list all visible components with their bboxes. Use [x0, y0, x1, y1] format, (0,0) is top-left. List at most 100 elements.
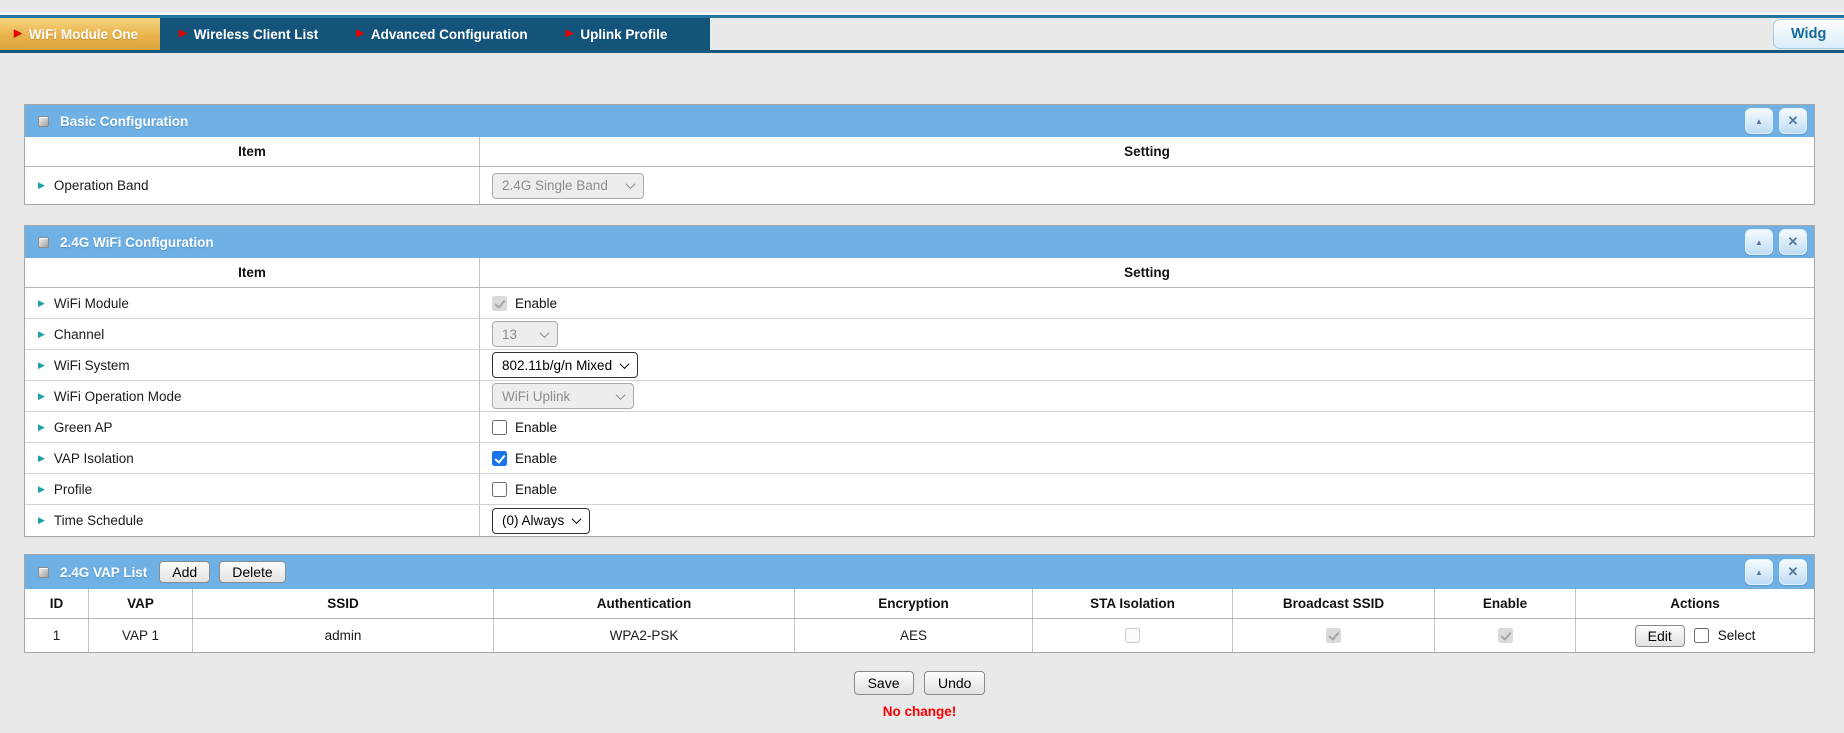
- wifi-module-row: ▶WiFi Module Enable: [25, 288, 1814, 319]
- select-value: 802.11b/g/n Mixed: [502, 358, 612, 373]
- collapse-icon: ▲: [1755, 238, 1763, 247]
- widget-button-label: Widg: [1791, 26, 1826, 42]
- setting-column-header: Setting: [479, 258, 1814, 287]
- profile-enable-checkbox[interactable]: [492, 482, 507, 497]
- tab-wireless-client-list[interactable]: ▶ Wireless Client List: [160, 18, 337, 50]
- row-label: Channel: [54, 327, 104, 342]
- widget-button[interactable]: Widg: [1773, 19, 1844, 49]
- section-square-icon: [38, 567, 49, 578]
- tab-arrow-icon: ▶: [566, 29, 574, 39]
- sta-isolation-checkbox: [1125, 628, 1140, 643]
- setting-column-header: Setting: [479, 137, 1814, 166]
- footer-button-bar: Save Undo: [24, 671, 1815, 695]
- select-value: WiFi Uplink: [502, 389, 570, 404]
- section-square-icon: [38, 237, 49, 248]
- tab-bar: ▶ WiFi Module One ▶ Wireless Client List…: [0, 18, 710, 50]
- close-icon: ✕: [1788, 234, 1799, 250]
- row-label: Profile: [54, 482, 92, 497]
- broadcast-ssid-checkbox: [1326, 628, 1341, 643]
- collapse-icon: ▲: [1755, 117, 1763, 126]
- close-button[interactable]: ✕: [1779, 559, 1807, 585]
- row-label: WiFi System: [54, 358, 130, 373]
- collapse-button[interactable]: ▲: [1745, 229, 1773, 255]
- add-button[interactable]: Add: [159, 561, 210, 583]
- operation-band-row: ▶ Operation Band 2.4G Single Band: [25, 167, 1814, 204]
- vap-table-row: 1 VAP 1 admin WPA2-PSK AES Edit Select: [25, 619, 1814, 652]
- time-schedule-select[interactable]: (0) Always: [492, 508, 590, 534]
- chevron-down-icon: [616, 390, 626, 400]
- time-schedule-row: ▶ Time Schedule (0) Always: [25, 505, 1814, 536]
- row-bullet-icon: ▶: [38, 392, 45, 401]
- vap-list-header: 2.4G VAP List Add Delete ▲ ✕: [25, 555, 1814, 589]
- cell-ssid: admin: [192, 619, 493, 652]
- delete-button[interactable]: Delete: [219, 561, 285, 583]
- vap-table-header-row: ID VAP SSID Authentication Encryption ST…: [25, 589, 1814, 619]
- wifi-operation-mode-select: WiFi Uplink: [492, 383, 634, 409]
- tab-label: WiFi Module One: [29, 27, 138, 42]
- green-ap-row: ▶Green AP Enable: [25, 412, 1814, 443]
- tab-label: Wireless Client List: [194, 27, 318, 42]
- row-label: VAP Isolation: [54, 451, 134, 466]
- tab-label: Advanced Configuration: [371, 27, 528, 42]
- close-icon: ✕: [1788, 564, 1799, 580]
- section-title: 2.4G VAP List: [60, 565, 147, 580]
- operation-band-select: 2.4G Single Band: [492, 173, 644, 199]
- row-label: WiFi Operation Mode: [54, 389, 182, 404]
- section-title: Basic Configuration: [60, 114, 188, 129]
- tab-uplink-profile[interactable]: ▶ Uplink Profile: [547, 18, 687, 50]
- row-bullet-icon: ▶: [38, 454, 45, 463]
- row-bullet-icon: ▶: [38, 361, 45, 370]
- column-header-vap: VAP: [88, 589, 192, 618]
- column-header-sta-isolation: STA Isolation: [1032, 589, 1232, 618]
- item-column-header: Item: [25, 137, 479, 166]
- vap-isolation-enable-checkbox[interactable]: [492, 451, 507, 466]
- row-bullet-icon: ▶: [38, 423, 45, 432]
- edit-button[interactable]: Edit: [1635, 625, 1685, 647]
- column-header-actions: Actions: [1575, 589, 1814, 618]
- enable-checkbox: [1498, 628, 1513, 643]
- cell-vap: VAP 1: [88, 619, 192, 652]
- status-message: No change!: [24, 704, 1815, 719]
- tab-label: Uplink Profile: [580, 27, 667, 42]
- tab-arrow-icon: ▶: [179, 29, 187, 39]
- row-label: Time Schedule: [54, 513, 144, 528]
- checkbox-label: Enable: [515, 451, 557, 466]
- collapse-button[interactable]: ▲: [1745, 108, 1773, 134]
- tab-advanced-configuration[interactable]: ▶ Advanced Configuration: [337, 18, 546, 50]
- collapse-icon: ▲: [1755, 568, 1763, 577]
- table-header-row: Item Setting: [25, 258, 1814, 288]
- wifi-system-row: ▶ WiFi System 802.11b/g/n Mixed: [25, 350, 1814, 381]
- row-label: Operation Band: [54, 178, 149, 193]
- save-button[interactable]: Save: [854, 671, 914, 695]
- cell-id: 1: [25, 619, 88, 652]
- tabbar-bottom-divider: [0, 50, 1844, 53]
- collapse-button[interactable]: ▲: [1745, 559, 1773, 585]
- basic-configuration-header: Basic Configuration ▲ ✕: [25, 105, 1814, 137]
- tab-wifi-module-one[interactable]: ▶ WiFi Module One: [0, 18, 160, 50]
- row-bullet-icon: ▶: [38, 330, 45, 339]
- select-label: Select: [1718, 628, 1756, 643]
- close-button[interactable]: ✕: [1779, 229, 1807, 255]
- checkbox-label: Enable: [515, 296, 557, 311]
- wifi-operation-mode-row: ▶ WiFi Operation Mode WiFi Uplink: [25, 381, 1814, 412]
- undo-button[interactable]: Undo: [924, 671, 985, 695]
- row-bullet-icon: ▶: [38, 516, 45, 525]
- cell-encryption: AES: [794, 619, 1032, 652]
- select-checkbox[interactable]: [1694, 628, 1709, 643]
- page: ▶ WiFi Module One ▶ Wireless Client List…: [0, 0, 1844, 733]
- column-header-ssid: SSID: [192, 589, 493, 618]
- tab-arrow-icon: ▶: [356, 29, 364, 39]
- column-header-enable: Enable: [1434, 589, 1575, 618]
- close-button[interactable]: ✕: [1779, 108, 1807, 134]
- select-value: 13: [502, 327, 517, 342]
- green-ap-enable-checkbox[interactable]: [492, 420, 507, 435]
- column-header-authentication: Authentication: [493, 589, 794, 618]
- tab-arrow-icon: ▶: [14, 29, 22, 39]
- chevron-down-icon: [572, 514, 582, 524]
- checkbox-label: Enable: [515, 482, 557, 497]
- row-label: Green AP: [54, 420, 113, 435]
- chevron-down-icon: [540, 328, 550, 338]
- channel-select: 13: [492, 321, 558, 347]
- wifi-system-select[interactable]: 802.11b/g/n Mixed: [492, 352, 638, 378]
- channel-row: ▶ Channel 13: [25, 319, 1814, 350]
